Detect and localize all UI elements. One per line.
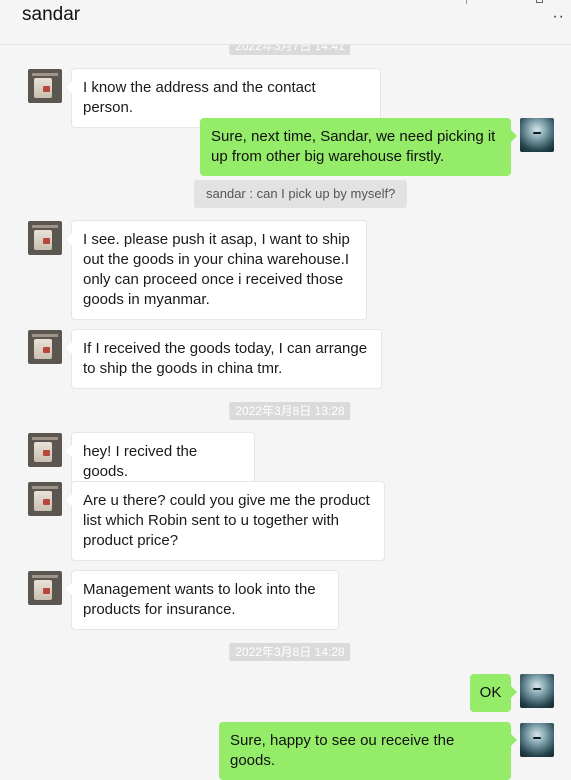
contact-avatar[interactable]: [28, 571, 62, 605]
incoming-message[interactable]: If I received the goods today, I can arr…: [66, 329, 382, 389]
system-notice: sandar : can I pick up by myself?: [194, 180, 408, 208]
contact-avatar[interactable]: [28, 221, 62, 255]
contact-avatar[interactable]: [28, 482, 62, 516]
timestamp: 2022年3月8日 14:28: [229, 643, 351, 661]
incoming-message[interactable]: Management wants to look into the produc…: [66, 570, 339, 630]
more-dots-icon[interactable]: ··: [552, 8, 565, 26]
contact-avatar[interactable]: [28, 433, 62, 467]
outgoing-message[interactable]: Sure, happy to see ou receive the goods.: [219, 722, 517, 780]
incoming-message[interactable]: Are u there? could you give me the produ…: [66, 481, 385, 561]
outgoing-message[interactable]: Sure, next time, Sandar, we need picking…: [200, 118, 517, 176]
window-control-icon[interactable]: [536, 0, 543, 3]
message-list[interactable]: 2022年3月7日 14:41 I know the address and t…: [0, 0, 571, 780]
outgoing-message[interactable]: OK: [470, 674, 517, 712]
incoming-message[interactable]: I see. please push it asap, I want to sh…: [66, 220, 367, 320]
contact-avatar[interactable]: [28, 330, 62, 364]
chat-header: sandar ··: [0, 0, 571, 45]
timestamp: 2022年3月8日 13:28: [229, 402, 351, 420]
my-avatar[interactable]: [520, 723, 554, 757]
divider: [466, 0, 467, 4]
my-avatar[interactable]: [520, 118, 554, 152]
contact-avatar[interactable]: [28, 69, 62, 103]
contact-name[interactable]: sandar: [22, 4, 80, 26]
my-avatar[interactable]: [520, 674, 554, 708]
